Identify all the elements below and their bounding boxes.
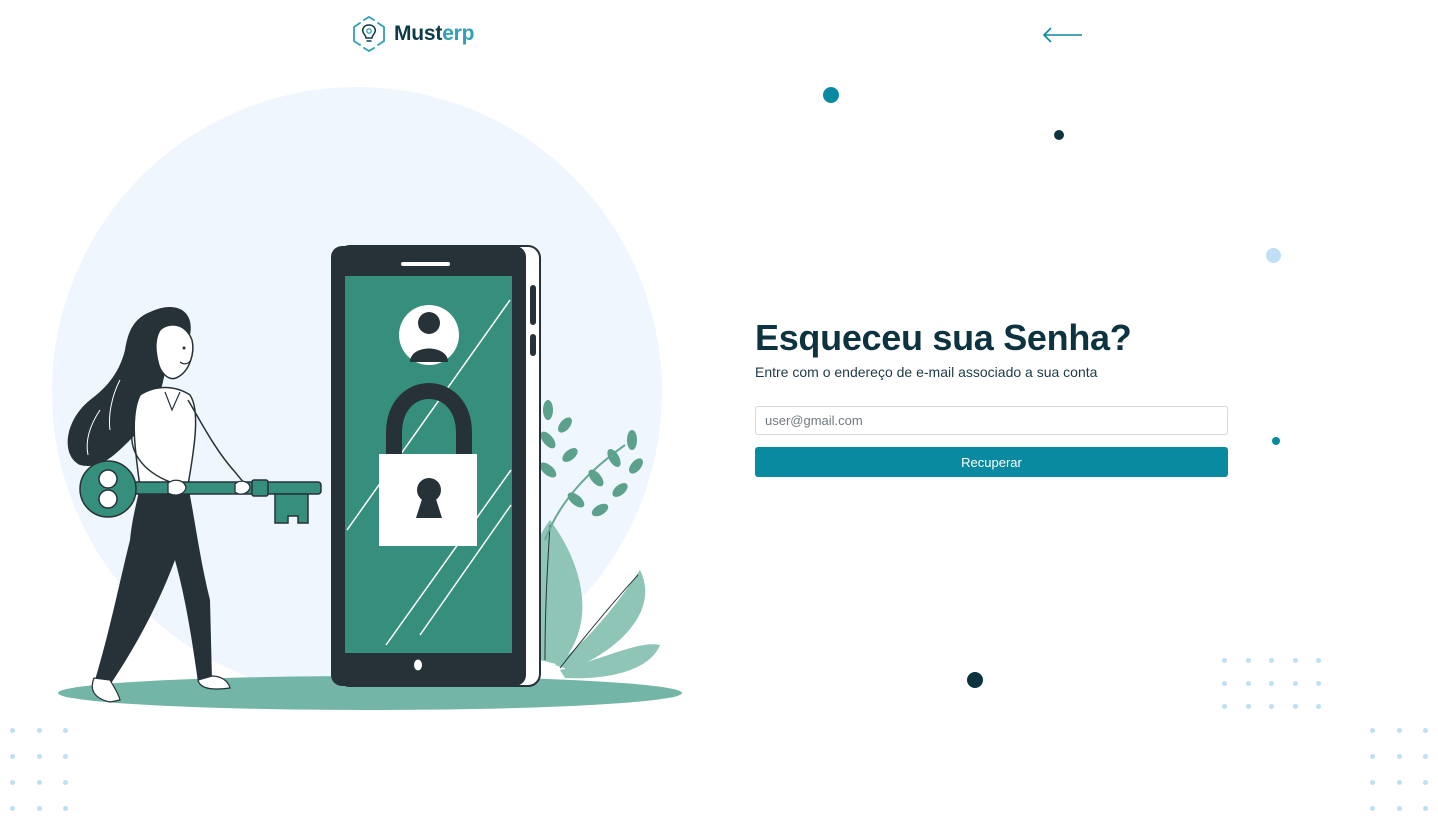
decorative-dot-grid <box>1222 658 1321 709</box>
page-subtitle: Entre com o endereço de e-mail associado… <box>755 364 1098 380</box>
phone-illustration <box>331 245 541 687</box>
decorative-dot <box>1272 437 1280 445</box>
page-title: Esqueceu sua Senha? <box>755 317 1132 358</box>
forgot-password-illustration <box>52 87 682 710</box>
decorative-dot <box>823 87 839 103</box>
arrow-left-icon[interactable] <box>1040 24 1084 46</box>
email-input[interactable] <box>755 406 1228 435</box>
decorative-dot <box>1266 248 1281 263</box>
recover-button[interactable]: Recuperar <box>755 447 1228 477</box>
decorative-dot-grid <box>1370 728 1428 811</box>
decorative-dot-grid <box>10 728 68 811</box>
recover-password-form: Esqueceu sua Senha? Entre com o endereço… <box>755 318 1229 477</box>
decorative-dot <box>1054 130 1064 140</box>
decorative-dot <box>967 672 983 688</box>
